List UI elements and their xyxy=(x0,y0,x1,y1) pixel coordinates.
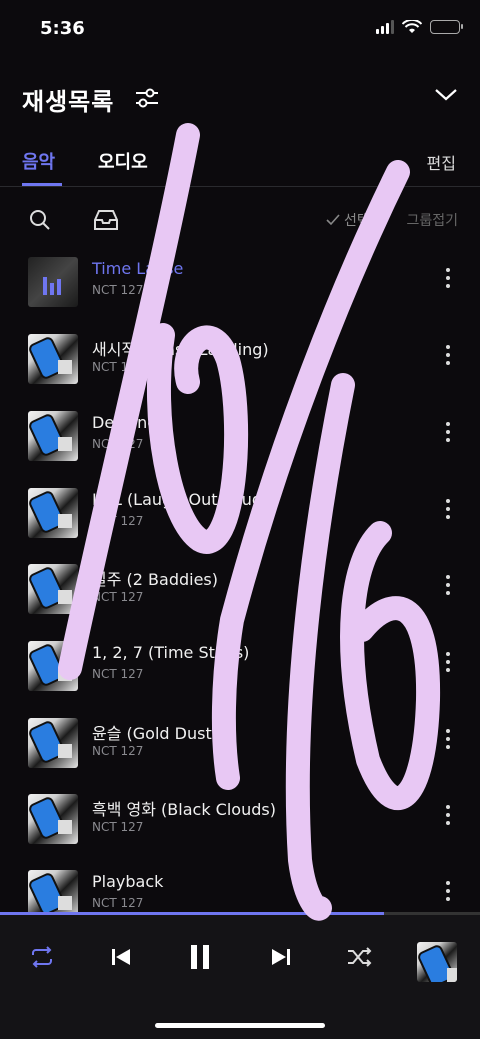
cellular-signal-icon xyxy=(376,20,394,34)
more-vertical-icon[interactable] xyxy=(446,881,450,901)
status-bar: 5:36 xyxy=(0,0,480,56)
album-art xyxy=(28,718,78,768)
album-art xyxy=(28,257,78,307)
status-time: 5:36 xyxy=(40,18,85,39)
tab-underline xyxy=(22,183,62,186)
track-title: Time Lapse xyxy=(92,259,184,278)
track-row[interactable]: Designer NCT 127 xyxy=(0,404,480,480)
mini-player xyxy=(0,915,480,1039)
track-artist: NCT 127 xyxy=(92,437,144,451)
more-vertical-icon[interactable] xyxy=(446,805,450,825)
track-row[interactable]: Time Lapse NCT 127 xyxy=(0,250,480,326)
track-title: LOL (Laugh-Out-Loud) xyxy=(92,490,269,509)
track-title: 새시작 (Crash Landing) xyxy=(92,340,269,359)
track-title: 윤슬 (Gold Dust) xyxy=(92,724,218,743)
track-title: 흑백 영화 (Black Clouds) xyxy=(92,800,276,819)
previous-icon[interactable] xyxy=(110,945,132,969)
track-row[interactable]: 질주 (2 Baddies) NCT 127 xyxy=(0,557,480,633)
inbox-icon[interactable] xyxy=(92,208,120,232)
track-title: Playback xyxy=(92,872,164,891)
battery-icon xyxy=(430,20,463,34)
track-row[interactable]: 윤슬 (Gold Dust) NCT 127 xyxy=(0,711,480,787)
album-art xyxy=(28,334,78,384)
track-title: 1, 2, 7 (Time Stops) xyxy=(92,643,250,662)
playlist-header: 재생목록 xyxy=(0,78,480,118)
track-row[interactable]: Playback NCT 127 xyxy=(0,863,480,912)
track-artist: NCT 127 xyxy=(92,360,144,374)
track-artist: NCT 127 xyxy=(92,590,144,604)
filter-icon[interactable] xyxy=(134,86,160,110)
album-art xyxy=(28,794,78,844)
track-artist: NCT 127 xyxy=(92,744,144,758)
tab-music[interactable]: 음악 xyxy=(22,148,55,174)
select-all-label: 선택 xyxy=(344,213,370,229)
more-vertical-icon[interactable] xyxy=(446,499,450,519)
album-art xyxy=(28,870,78,912)
home-indicator[interactable] xyxy=(155,1023,325,1028)
more-vertical-icon[interactable] xyxy=(446,575,450,595)
pause-icon[interactable] xyxy=(188,943,212,971)
track-title: 질주 (2 Baddies) xyxy=(92,570,218,589)
album-art xyxy=(28,641,78,691)
album-art xyxy=(28,411,78,461)
track-artist: NCT 127 xyxy=(92,820,144,834)
repeat-icon[interactable] xyxy=(28,945,56,969)
track-artist: NCT 127 xyxy=(92,896,144,910)
album-art xyxy=(28,564,78,614)
track-artist: NCT 127 xyxy=(92,667,144,681)
search-icon[interactable] xyxy=(28,208,52,232)
equalizer-icon xyxy=(43,277,61,295)
track-artist: NCT 127 xyxy=(92,283,144,297)
tab-bar: 음악 오디오 편집 xyxy=(0,140,480,187)
check-icon xyxy=(326,214,340,226)
more-vertical-icon[interactable] xyxy=(446,422,450,442)
track-row[interactable]: 1, 2, 7 (Time Stops) NCT 127 xyxy=(0,634,480,710)
playlist-tools: 선택 그룹접기 xyxy=(0,200,480,240)
wifi-icon xyxy=(402,20,422,33)
collapse-group-button[interactable]: 그룹접기 xyxy=(406,210,458,230)
chevron-down-icon[interactable] xyxy=(434,88,458,102)
album-art xyxy=(28,488,78,538)
shuffle-icon[interactable] xyxy=(346,945,374,969)
now-playing-album-art[interactable] xyxy=(417,942,457,982)
track-row[interactable]: 새시작 (Crash Landing) NCT 127 xyxy=(0,327,480,403)
track-artist: NCT 127 xyxy=(92,514,144,528)
more-vertical-icon[interactable] xyxy=(446,729,450,749)
page-title: 재생목록 xyxy=(22,88,115,116)
select-all-button[interactable]: 선택 xyxy=(326,210,370,230)
track-row[interactable]: LOL (Laugh-Out-Loud) NCT 127 xyxy=(0,481,480,557)
track-title: Designer xyxy=(92,413,164,432)
status-icons xyxy=(376,20,463,34)
more-vertical-icon[interactable] xyxy=(446,652,450,672)
more-vertical-icon[interactable] xyxy=(446,345,450,365)
track-row[interactable]: 흑백 영화 (Black Clouds) NCT 127 xyxy=(0,787,480,863)
next-icon[interactable] xyxy=(270,945,292,969)
tab-audio[interactable]: 오디오 xyxy=(98,148,148,174)
more-vertical-icon[interactable] xyxy=(446,268,450,288)
edit-button[interactable]: 편집 xyxy=(427,150,456,174)
